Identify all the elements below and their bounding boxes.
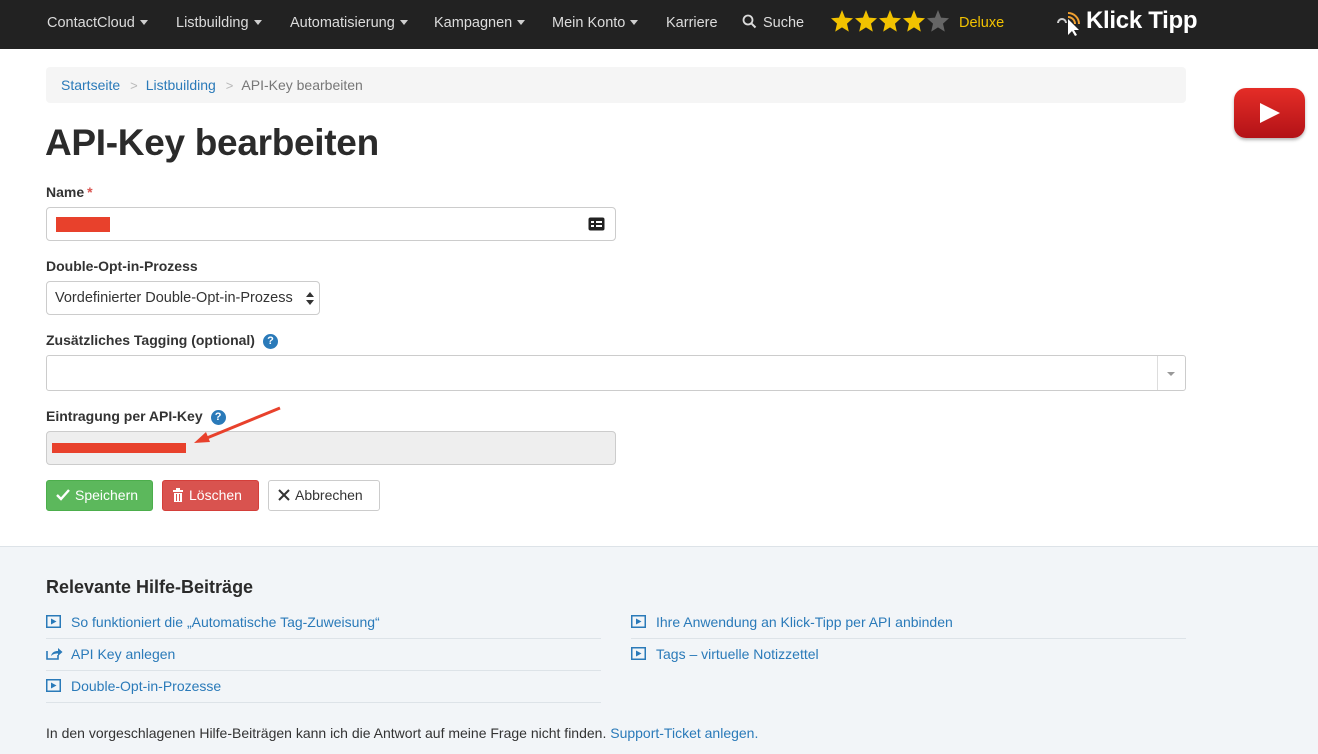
nav-label: ContactCloud (47, 15, 135, 31)
help-link-label: API Key anlegen (71, 646, 176, 662)
nav-mein-konto[interactable]: Mein Konto (552, 0, 639, 49)
name-field[interactable] (46, 207, 616, 241)
caret-down-icon (139, 19, 148, 25)
nav-listbuilding[interactable]: Listbuilding (176, 0, 262, 49)
star-filled-icon (903, 10, 925, 32)
help-link-label: Double-Opt-in-Prozesse (71, 678, 222, 694)
star-filled-icon (855, 10, 877, 32)
nav-label: Listbuilding (176, 15, 249, 31)
doi-label: Double-Opt-in-Prozess (46, 258, 198, 274)
apikey-label-text: Eintragung per API-Key (46, 408, 203, 424)
help-link-label: Ihre Anwendung an Klick-Tipp per API anb… (656, 614, 953, 630)
name-label: Name * (46, 184, 93, 200)
nav-label: Automatisierung (290, 15, 395, 31)
caret-down-icon (253, 19, 262, 25)
help-icon[interactable]: ? (262, 334, 278, 349)
breadcrumb-separator: > (225, 78, 234, 93)
close-icon (278, 489, 290, 502)
search-label: Suche (763, 15, 805, 31)
nav-label: Kampagnen (434, 15, 513, 31)
tagging-label: Zusätzliches Tagging (optional)? (46, 332, 278, 349)
save-button[interactable]: Speichern (46, 480, 153, 511)
nav-karriere[interactable]: Karriere (666, 0, 718, 49)
required-mark: * (87, 184, 93, 200)
search-icon (742, 14, 757, 28)
breadcrumb-home[interactable]: Startseite (61, 77, 120, 93)
select-divider (1157, 356, 1158, 390)
help-footer: In den vorgeschlagenen Hilfe-Beiträgen k… (46, 725, 758, 741)
breadcrumb-current: API-Key bearbeiten (241, 77, 363, 93)
caret-down-icon (1167, 372, 1175, 376)
video-icon (46, 615, 61, 628)
support-ticket-link[interactable]: Support-Ticket anlegen. (610, 725, 758, 741)
checkmark-icon (56, 489, 70, 502)
trash-icon (173, 488, 183, 503)
star-filled-icon (831, 10, 853, 32)
star-empty-icon (927, 10, 949, 32)
nav-kampagnen[interactable]: Kampagnen (434, 0, 526, 49)
top-navbar: ContactCloud Listbuilding Automatisierun… (0, 0, 1318, 49)
help-link[interactable]: API Key anlegen (46, 639, 601, 671)
contact-card-icon (588, 217, 605, 231)
youtube-video-button[interactable] (1234, 88, 1305, 138)
doi-select[interactable]: Vordefinierter Double-Opt-in-Prozess (46, 281, 320, 315)
delete-button[interactable]: Löschen (162, 480, 259, 511)
redaction-bar (52, 443, 186, 453)
nav-automatisierung[interactable]: Automatisierung (290, 0, 408, 49)
video-icon (46, 679, 61, 692)
help-link[interactable]: Double-Opt-in-Prozesse (46, 671, 601, 703)
help-link-label: Tags – virtuelle Notizzettel (656, 646, 819, 662)
nav-contactcloud[interactable]: ContactCloud (47, 0, 148, 49)
breadcrumb-listbuilding[interactable]: Listbuilding (146, 77, 216, 93)
nav-label: Mein Konto (552, 15, 626, 31)
tagging-select[interactable] (46, 355, 1186, 391)
logo-cursor-icon (1057, 12, 1080, 36)
help-link[interactable]: Tags – virtuelle Notizzettel (631, 639, 1186, 671)
help-link-label: So funktioniert die „Automatische Tag-Zu… (71, 614, 380, 630)
breadcrumb-separator: > (130, 78, 138, 93)
cancel-button[interactable]: Abbrechen (268, 480, 380, 511)
caret-down-icon (517, 19, 526, 25)
annotation-arrow-icon (194, 406, 281, 443)
page-title: API-Key bearbeiten (45, 122, 379, 163)
play-icon (1260, 103, 1280, 123)
cancel-label: Abbrechen (295, 487, 363, 503)
help-title: Relevante Hilfe-Beiträge (46, 577, 254, 597)
nav-search[interactable]: Suche (742, 0, 804, 49)
redaction-bar (56, 217, 110, 232)
star-filled-icon (879, 10, 901, 32)
nav-label: Karriere (666, 15, 718, 31)
help-footer-text: In den vorgeschlagenen Hilfe-Beiträgen k… (46, 725, 607, 741)
video-icon (631, 615, 646, 628)
delete-label: Löschen (189, 487, 242, 503)
share-icon (46, 648, 63, 660)
plan-label[interactable]: Deluxe (959, 0, 1004, 46)
doi-select-value: Vordefinierter Double-Opt-in-Prozess (55, 290, 293, 306)
caret-down-icon (399, 19, 408, 25)
logo-text: Klick Tipp (1086, 7, 1198, 34)
select-arrows-icon (306, 292, 314, 305)
name-label-text: Name (46, 184, 85, 200)
video-icon (631, 647, 646, 660)
help-link[interactable]: So funktioniert die „Automatische Tag-Zu… (46, 607, 601, 639)
save-label: Speichern (75, 487, 139, 503)
apikey-field[interactable] (46, 431, 616, 465)
tagging-label-text: Zusätzliches Tagging (optional) (46, 332, 255, 348)
breadcrumb: Startseite > Listbuilding > API-Key bearbeit… (46, 67, 1186, 103)
help-link[interactable]: Ihre Anwendung an Klick-Tipp per API anb… (631, 607, 1186, 639)
caret-down-icon (630, 19, 639, 25)
help-section: Relevante Hilfe-Beiträge So funktioniert… (0, 546, 1318, 754)
